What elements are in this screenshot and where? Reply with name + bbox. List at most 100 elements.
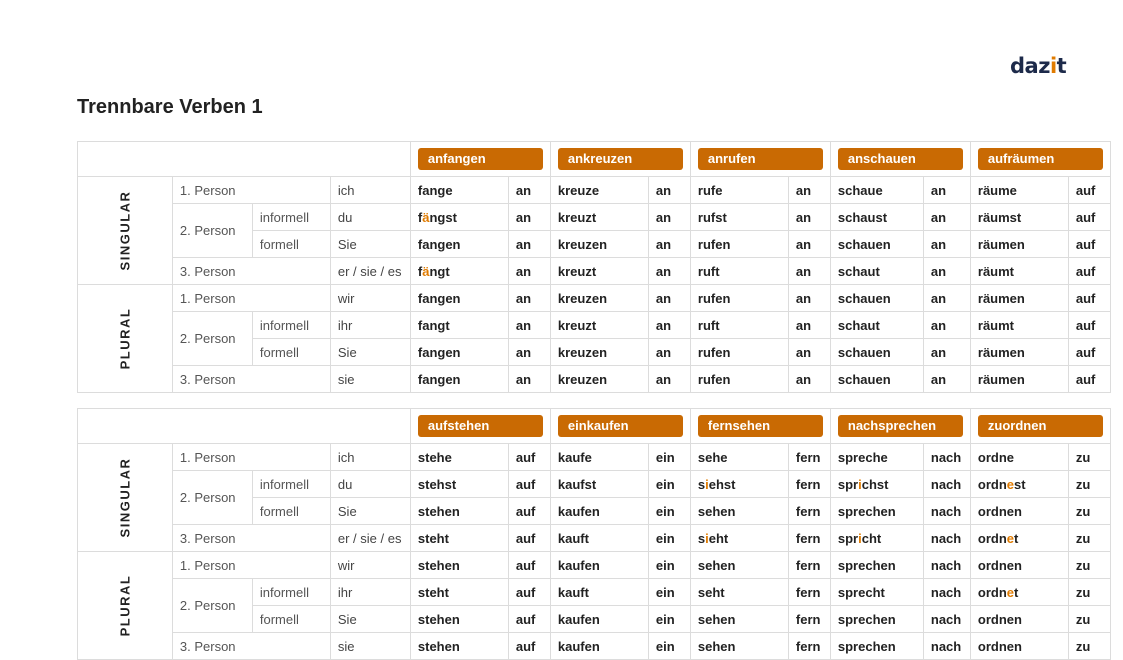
particle-cell: ein <box>647 551 691 579</box>
particle-cell: nach <box>922 605 971 633</box>
pronoun-cell: ihr <box>329 311 411 339</box>
formality-label: informell <box>251 470 331 498</box>
verb-form-cell: fangen <box>409 338 509 366</box>
verb-form-cell: kreuzen <box>549 284 649 312</box>
verb-form-cell: ruft <box>689 257 789 285</box>
table-row: 2. Person informell ihr steht auf kauft ein seh… <box>78 578 1111 633</box>
header-blank <box>77 408 411 444</box>
verb-form-cell: sprechen <box>829 605 924 633</box>
particle-cell: an <box>787 257 831 285</box>
verb-header: nachsprechen <box>829 408 971 444</box>
verb-infinitive-badge: anrufen <box>697 148 823 170</box>
person-label: 1. Person <box>171 551 331 579</box>
particle-cell: an <box>507 176 551 204</box>
particle-cell: an <box>647 257 691 285</box>
particle-cell: an <box>507 203 551 231</box>
particle-cell: zu <box>1067 524 1111 552</box>
particle-cell: an <box>922 230 971 258</box>
vowel-change-highlight: ä <box>422 209 430 225</box>
particle-cell: auf <box>1067 176 1111 204</box>
person-label: 2. Person <box>171 470 253 525</box>
verb-form-cell: sprichst <box>829 470 924 498</box>
conjugation-table-2: aufstehen einkaufen fernsehen nachsprechen z… <box>77 408 1111 660</box>
verb-form-cell: räume <box>969 176 1069 204</box>
particle-cell: nach <box>922 497 971 525</box>
particle-cell: auf <box>1067 284 1111 312</box>
pronoun-cell: Sie <box>329 605 411 633</box>
verb-form-cell: stehe <box>409 443 509 471</box>
pronoun-cell: wir <box>329 551 411 579</box>
verb-infinitive-badge: nachsprechen <box>837 415 963 437</box>
particle-cell: fern <box>787 497 831 525</box>
verb-form-cell: stehen <box>409 632 509 660</box>
table-row: PLURAL 1. Person wir stehen auf kaufen ein sehe… <box>77 551 1111 660</box>
verb-form-cell: ordne <box>969 443 1069 471</box>
verb-form-cell: schaut <box>829 257 924 285</box>
pronoun-cell: ich <box>329 443 411 471</box>
table-row: 2. Person informell du fängst an kreuzt an rufs… <box>78 203 1111 258</box>
particle-cell: an <box>787 176 831 204</box>
pronoun-cell: Sie <box>329 338 411 366</box>
particle-cell: fern <box>787 578 831 606</box>
particle-cell: ein <box>647 605 691 633</box>
particle-cell: auf <box>507 497 551 525</box>
verb-infinitive-badge: anfangen <box>417 148 543 170</box>
pronoun-cell: du <box>329 203 411 231</box>
verb-form-cell: kaufen <box>549 632 649 660</box>
particle-cell: auf <box>507 470 551 498</box>
verb-header: zuordnen <box>969 408 1111 444</box>
particle-cell: an <box>922 311 971 339</box>
particle-cell: ein <box>647 578 691 606</box>
particle-cell: fern <box>787 551 831 579</box>
particle-cell: auf <box>1067 311 1111 339</box>
particle-cell: an <box>922 257 971 285</box>
person-label: 2. Person <box>171 578 253 633</box>
particle-cell: nach <box>922 551 971 579</box>
particle-cell: an <box>647 311 691 339</box>
vowel-change-highlight: e <box>1006 530 1015 546</box>
verb-form-cell: kreuze <box>549 176 649 204</box>
header-blank <box>77 141 411 177</box>
vowel-change-highlight: i <box>705 530 709 546</box>
pronoun-cell: ich <box>329 176 411 204</box>
particle-cell: auf <box>507 443 551 471</box>
particle-cell: ein <box>647 632 691 660</box>
particle-cell: an <box>787 230 831 258</box>
particle-cell: an <box>787 338 831 366</box>
verb-form-cell: rufen <box>689 284 789 312</box>
verb-form-cell: stehen <box>409 551 509 579</box>
verb-form-cell: sehen <box>689 632 789 660</box>
table-row: SINGULAR 1. Person ich fange an kreuze an rufe a… <box>77 176 1111 285</box>
verb-form-cell: räumen <box>969 365 1069 393</box>
verb-infinitive-badge: einkaufen <box>557 415 683 437</box>
particle-cell: nach <box>922 632 971 660</box>
particle-cell: an <box>647 284 691 312</box>
particle-cell: auf <box>507 605 551 633</box>
verb-form-cell: schaue <box>829 176 924 204</box>
vowel-change-highlight: i <box>858 476 862 492</box>
table-row: 3. Person er / sie / es steht auf kauft ein si… <box>78 524 1111 552</box>
pronoun-cell: er / sie / es <box>329 257 411 285</box>
particle-cell: nach <box>922 578 971 606</box>
particle-cell: auf <box>1067 338 1111 366</box>
particle-cell: an <box>787 203 831 231</box>
verb-infinitive-badge: aufräumen <box>977 148 1103 170</box>
verb-form-cell: fangen <box>409 230 509 258</box>
verb-form-cell: kreuzt <box>549 257 649 285</box>
verb-form-cell: sprechen <box>829 551 924 579</box>
vowel-change-highlight: i <box>858 530 862 546</box>
verb-form-cell: siehst <box>689 470 789 498</box>
particle-cell: auf <box>507 578 551 606</box>
particle-cell: auf <box>1067 230 1111 258</box>
verb-form-cell: schauen <box>829 338 924 366</box>
verb-form-cell: kreuzt <box>549 311 649 339</box>
verb-header: anschauen <box>829 141 971 177</box>
verb-form-cell: kaufen <box>549 497 649 525</box>
particle-cell: zu <box>1067 551 1111 579</box>
formality-label: informell <box>251 578 331 606</box>
particle-cell: an <box>507 230 551 258</box>
verb-form-cell: sehen <box>689 497 789 525</box>
particle-cell: ein <box>647 470 691 498</box>
particle-cell: an <box>787 365 831 393</box>
verb-header: ankreuzen <box>549 141 691 177</box>
